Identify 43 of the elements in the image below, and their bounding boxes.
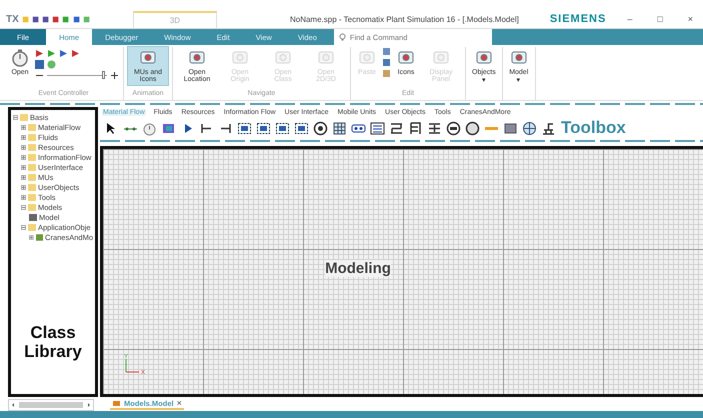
line-icon[interactable] xyxy=(427,120,442,136)
horizontal-scrollbar[interactable] xyxy=(8,399,94,411)
window-control[interactable]: □ xyxy=(653,14,667,24)
toolbox-caption: Toolbox xyxy=(561,118,626,138)
canvas-caption: Modeling xyxy=(325,260,391,277)
station-icon[interactable] xyxy=(294,120,309,136)
station-icon[interactable] xyxy=(256,120,271,136)
expand-icon[interactable] xyxy=(21,184,26,190)
expand-icon[interactable] xyxy=(21,144,26,150)
transfer-icon[interactable] xyxy=(408,120,423,136)
expand-icon[interactable] xyxy=(21,154,26,160)
expand-icon[interactable] xyxy=(21,164,26,170)
class-library-caption: Class Library xyxy=(23,322,83,362)
collapse-icon[interactable] xyxy=(21,224,26,230)
stopwatch-icon[interactable] xyxy=(142,120,157,136)
crane-icon[interactable] xyxy=(541,120,556,136)
plus-icon[interactable] xyxy=(110,71,119,80)
window-control[interactable]: – xyxy=(623,14,636,24)
slider-thumb[interactable] xyxy=(102,71,106,79)
circle-icon[interactable] xyxy=(446,120,461,136)
collapse-icon[interactable] xyxy=(13,114,18,120)
expand-icon[interactable] xyxy=(21,174,26,180)
collapse-icon[interactable] xyxy=(21,204,26,210)
circle-icon[interactable] xyxy=(313,120,328,136)
globe-icon[interactable] xyxy=(522,120,537,136)
panel-icon[interactable] xyxy=(503,120,518,136)
expand-icon[interactable] xyxy=(21,124,26,130)
window-control[interactable]: × xyxy=(684,14,698,24)
station-icon[interactable] xyxy=(237,120,252,136)
expand-icon[interactable] xyxy=(21,194,26,200)
track-icon[interactable] xyxy=(370,120,385,136)
turntable-icon[interactable] xyxy=(389,120,404,136)
stopwatch-icon xyxy=(10,48,30,68)
expand-icon[interactable] xyxy=(29,234,34,240)
scroll-right-icon[interactable] xyxy=(85,401,93,409)
brand-logo: SIEMENS xyxy=(550,13,606,25)
folder-icon xyxy=(28,224,36,230)
window-title: NoName.spp - Tecnomatix Plant Simulation 16 - [.Models.Model] xyxy=(290,14,519,24)
station-icon[interactable] xyxy=(275,120,290,136)
bulb-icon xyxy=(338,33,347,42)
expand-icon[interactable] xyxy=(21,134,26,140)
app-logo: TX xyxy=(6,14,19,24)
circle-icon[interactable] xyxy=(465,120,480,136)
